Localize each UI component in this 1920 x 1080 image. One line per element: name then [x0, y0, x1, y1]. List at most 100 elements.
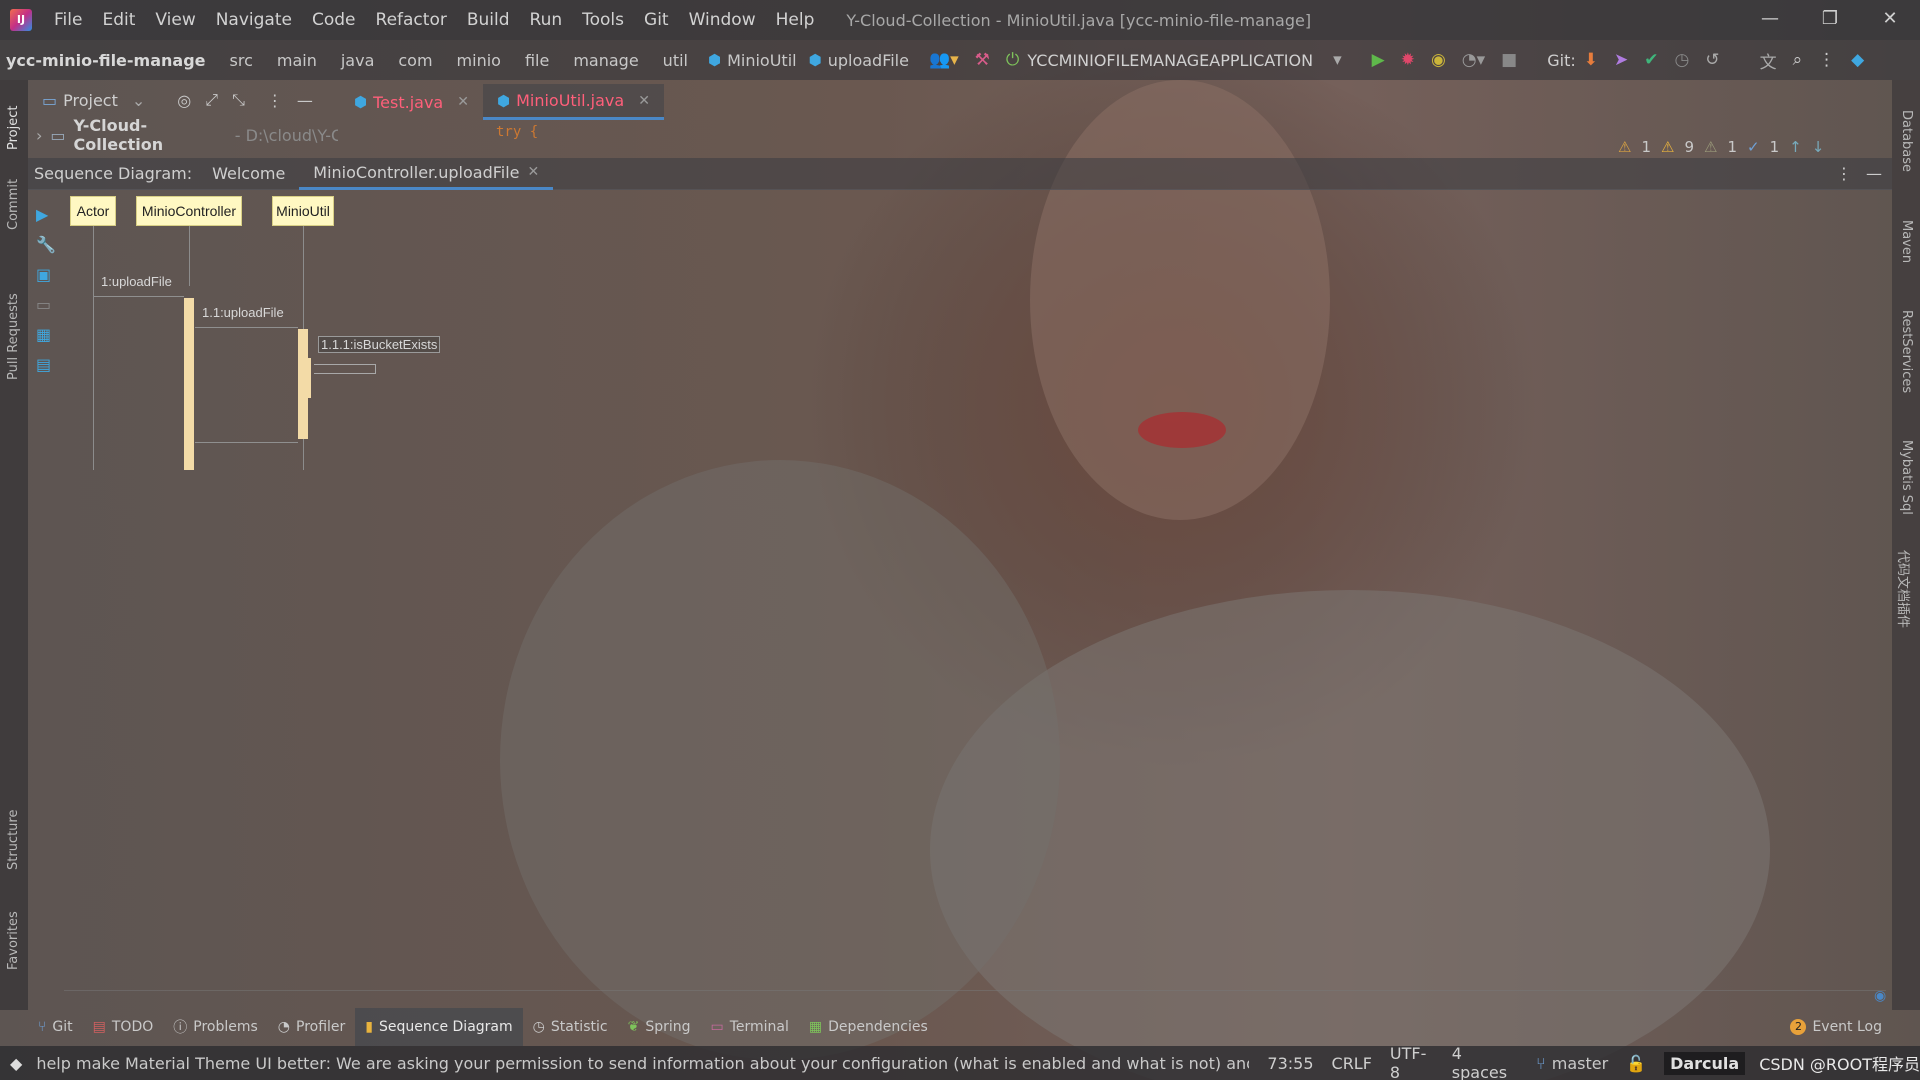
eye-icon[interactable]: ◉ [1874, 988, 1886, 1004]
breadcrumb-java[interactable]: java [329, 51, 387, 70]
lifeline-minioutil[interactable]: MinioUtil [272, 196, 334, 226]
message-1-1[interactable]: 1.1:uploadFile [202, 305, 284, 320]
breadcrumb-method[interactable]: uploadFile [822, 51, 921, 70]
run-configuration-select[interactable]: YCCMINIOFILEMANAGEAPPLICATION [1027, 51, 1313, 70]
plugin-icon[interactable]: ◆ [1851, 50, 1864, 70]
tab-miniocontroller-uploadfile[interactable]: MinioController.uploadFile ✕ [299, 158, 554, 190]
hide-icon[interactable]: — [297, 91, 313, 110]
stop-icon[interactable]: ■ [1501, 50, 1517, 70]
profile-icon[interactable]: ◔▾ [1462, 50, 1485, 70]
stripe-commit[interactable]: Commit [6, 179, 21, 230]
image-icon[interactable]: ▦ [36, 320, 56, 350]
restore-button[interactable]: ❐ [1800, 0, 1860, 40]
tool-tab-statistic[interactable]: ◷ Statistic [523, 1008, 618, 1046]
rollback-icon[interactable]: ↺ [1705, 50, 1719, 70]
close-icon[interactable]: ✕ [457, 94, 469, 110]
tool-tab-profiler[interactable]: ◔ Profiler [268, 1008, 356, 1046]
breadcrumb-com[interactable]: com [386, 51, 444, 70]
options-icon[interactable]: ⋮ [1836, 164, 1852, 183]
notification-icon[interactable]: ◆ [10, 1054, 22, 1073]
tool-tab-event-log[interactable]: 2 Event Log [1780, 1008, 1892, 1046]
menu-refactor[interactable]: Refactor [366, 10, 457, 30]
save-icon[interactable]: ▣ [36, 260, 56, 290]
menu-tools[interactable]: Tools [572, 10, 634, 30]
chevron-down-icon[interactable]: ▾ [1333, 50, 1342, 70]
git-commit-icon[interactable]: ✔ [1644, 50, 1658, 70]
coverage-icon[interactable]: ◉ [1431, 50, 1446, 70]
git-branch[interactable]: master [1552, 1054, 1608, 1073]
tool-tab-sequence-diagram[interactable]: ▮ Sequence Diagram [355, 1008, 523, 1046]
breadcrumb-src[interactable]: src [218, 51, 265, 70]
tool-tab-git[interactable]: ⑂ Git [28, 1008, 83, 1046]
stripe-database[interactable]: Database [1899, 110, 1914, 172]
menu-help[interactable]: Help [766, 10, 825, 30]
options-icon[interactable]: ⋮ [267, 91, 283, 110]
message-1[interactable]: 1:uploadFile [101, 274, 172, 289]
menu-view[interactable]: View [145, 10, 205, 30]
wrench-icon[interactable]: 🔧 [36, 230, 56, 260]
menu-git[interactable]: Git [634, 10, 679, 30]
chevron-right-icon[interactable]: › [36, 126, 42, 145]
menu-code[interactable]: Code [302, 10, 366, 30]
tool-tab-problems[interactable]: ⓘ Problems [163, 1008, 268, 1046]
breadcrumb-main[interactable]: main [265, 51, 329, 70]
user-icon[interactable]: 👥▾ [929, 50, 959, 70]
stripe-doc-plugin[interactable]: 代码文档插件 [1895, 550, 1914, 628]
tab-minioutil-java[interactable]: ⬢ MinioUtil.java ✕ [482, 84, 664, 120]
tab-test-java[interactable]: ⬢ Test.java ✕ [340, 84, 483, 120]
tool-tab-dependencies[interactable]: ▦ Dependencies [799, 1008, 938, 1046]
breadcrumb-file[interactable]: file [513, 51, 561, 70]
menu-run[interactable]: Run [520, 10, 573, 30]
menu-window[interactable]: Window [679, 10, 766, 30]
stripe-structure[interactable]: Structure [6, 810, 21, 870]
tool-tab-terminal[interactable]: ▭ Terminal [701, 1008, 799, 1046]
arrow-up-icon[interactable]: ↑ [1789, 138, 1802, 156]
export-icon[interactable]: ▤ [36, 350, 56, 380]
file-encoding[interactable]: UTF-8 [1390, 1044, 1434, 1080]
intellij-icon[interactable]: IJ [10, 9, 32, 31]
tab-welcome[interactable]: Welcome [198, 158, 299, 190]
stripe-pull-requests[interactable]: Pull Requests [6, 293, 21, 380]
indent-setting[interactable]: 4 spaces [1452, 1044, 1518, 1080]
locate-icon[interactable]: ◎ [177, 91, 191, 110]
menu-edit[interactable]: Edit [92, 10, 145, 30]
chevron-down-icon[interactable]: ⌄ [132, 91, 145, 110]
run-icon[interactable]: ▶ [1372, 50, 1385, 70]
inspection-widget[interactable]: ⚠ 1 ⚠ 9 ⚠ 1 ✓ 1 ↑ ↓ [1618, 138, 1824, 156]
more-icon[interactable]: ⋮ [1818, 50, 1835, 70]
collapse-icon[interactable]: ⤡ [232, 90, 245, 110]
line-separator[interactable]: CRLF [1332, 1054, 1372, 1073]
theme-indicator[interactable]: Darcula [1664, 1051, 1746, 1075]
status-message[interactable]: help make Material Theme UI better: We a… [36, 1054, 1249, 1073]
lifeline-miniocontroller[interactable]: MinioController [136, 196, 242, 226]
project-tree-root[interactable]: › ▭ Y-Cloud-Collection - D:\cloud\Y-Cl [28, 116, 338, 154]
expand-icon[interactable]: ⤢ [205, 90, 218, 110]
hammer-icon[interactable]: ⚒ [975, 50, 990, 70]
translate-icon[interactable]: 文 [1760, 48, 1777, 73]
menu-navigate[interactable]: Navigate [206, 10, 302, 30]
breadcrumb-project[interactable]: ycc-minio-file-manage [6, 51, 218, 70]
lock-icon[interactable]: 🔓 [1626, 1054, 1646, 1073]
play-icon[interactable]: ▶ [36, 200, 56, 230]
close-icon[interactable]: ✕ [528, 164, 540, 180]
breadcrumb-minio[interactable]: minio [445, 51, 513, 70]
menu-file[interactable]: File [44, 10, 92, 30]
debug-icon[interactable]: ✹ [1401, 50, 1415, 70]
folder-icon[interactable]: ▭ [36, 290, 56, 320]
stripe-project[interactable]: Project [6, 106, 21, 150]
history-icon[interactable]: ◷ [1674, 50, 1689, 70]
search-icon[interactable]: ⌕ [1793, 50, 1803, 70]
stripe-maven[interactable]: Maven [1899, 220, 1914, 263]
stripe-favorites[interactable]: Favorites [6, 911, 21, 970]
tool-tab-todo[interactable]: ▤ TODO [83, 1008, 164, 1046]
close-icon[interactable]: ✕ [638, 93, 650, 109]
stripe-restservices[interactable]: RestServices [1899, 310, 1914, 393]
lifeline-actor[interactable]: Actor [70, 196, 116, 226]
close-button[interactable]: ✕ [1860, 0, 1920, 40]
git-update-icon[interactable]: ⬇ [1584, 50, 1598, 70]
git-push-icon[interactable]: ➤ [1614, 50, 1628, 70]
breadcrumb-manage[interactable]: manage [561, 51, 650, 70]
breadcrumb-util[interactable]: util [651, 51, 700, 70]
menu-build[interactable]: Build [457, 10, 520, 30]
hide-icon[interactable]: — [1866, 164, 1882, 183]
